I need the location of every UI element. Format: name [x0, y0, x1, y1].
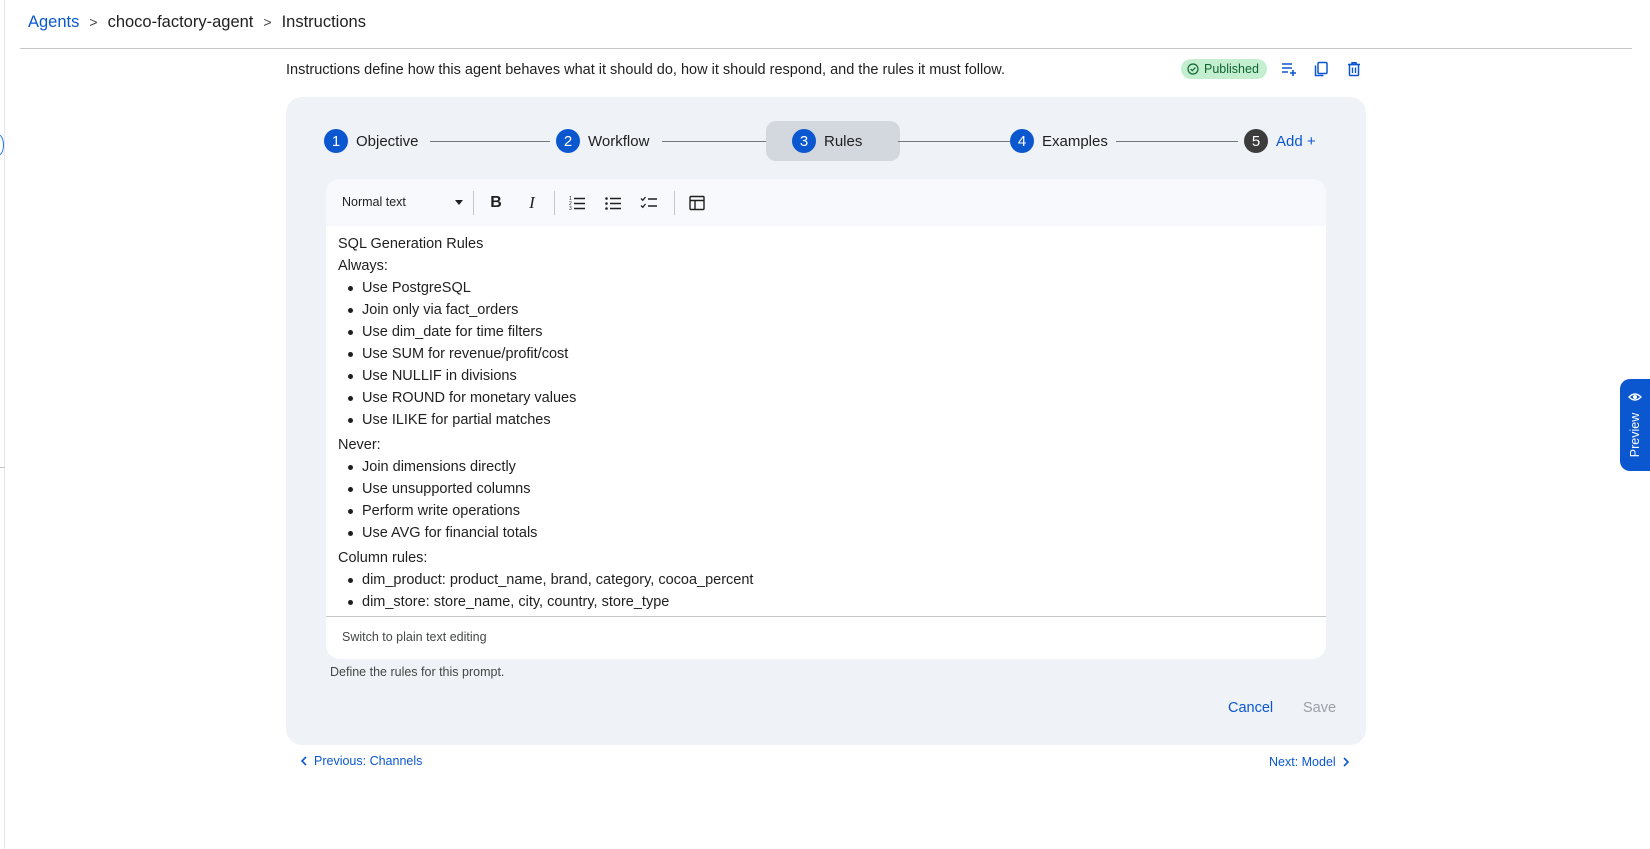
never-rules-list: Join dimensions directly Use unsupported… [338, 457, 1308, 545]
breadcrumb-agent-name[interactable]: choco-factory-agent [108, 13, 254, 32]
next-step-label: Next: Model [1269, 755, 1336, 769]
step-number: 4 [1010, 129, 1034, 153]
step-examples[interactable]: 4 Examples [1010, 121, 1108, 161]
list-item: Use PostgreSQL [338, 278, 1308, 300]
add-note-icon[interactable] [1279, 59, 1299, 79]
editor-footer: Switch to plain text editing [326, 616, 1326, 659]
save-button[interactable]: Save [1303, 700, 1336, 716]
step-number: 3 [792, 129, 816, 153]
text-format-value: Normal text [342, 195, 406, 209]
dropdown-arrow-icon [455, 200, 463, 205]
step-label: Rules [824, 132, 863, 150]
instructions-card: 1 Objective 2 Workflow 3 Rules 4 Example… [286, 97, 1366, 745]
always-group-title: Always: [338, 258, 388, 274]
step-number: 2 [556, 129, 580, 153]
editor-toolbar: Normal text B I 1 2 3 [326, 179, 1326, 226]
column-rules-group-title: Column rules: [338, 550, 428, 566]
helper-text: Define the rules for this prompt. [330, 665, 505, 679]
list-item: Perform write operations [338, 501, 1308, 523]
always-rules-list: Use PostgreSQL Join only via fact_orders… [338, 278, 1308, 432]
numbered-list-icon[interactable]: 1 2 3 [566, 192, 588, 214]
rich-text-editor[interactable]: Normal text B I 1 2 3 SQL Generation Rul… [326, 179, 1326, 659]
bulleted-list-icon[interactable] [602, 192, 624, 214]
step-add[interactable]: 5 Add + [1244, 121, 1316, 161]
step-label: Examples [1042, 132, 1108, 150]
page-description: Instructions define how this agent behav… [286, 62, 1005, 78]
eye-icon [1628, 393, 1642, 401]
list-item: Use ROUND for monetary values [338, 388, 1308, 410]
column-rules-list: dim_product: product_name, brand, catego… [338, 570, 1308, 614]
stepper: 1 Objective 2 Workflow 3 Rules 4 Example… [324, 121, 1324, 163]
step-connector [430, 141, 550, 142]
rules-heading: SQL Generation Rules [338, 236, 484, 252]
italic-icon[interactable]: I [521, 192, 543, 214]
copy-icon[interactable] [1311, 59, 1331, 79]
breadcrumb-separator: > [89, 14, 98, 30]
checklist-icon[interactable] [638, 192, 660, 214]
breadcrumb-separator: > [263, 14, 272, 30]
step-objective[interactable]: 1 Objective [324, 121, 419, 161]
cancel-button[interactable]: Cancel [1228, 700, 1273, 716]
list-item: dim_store: store_name, city, country, st… [338, 592, 1308, 614]
chevron-right-icon [1343, 757, 1349, 767]
chevron-left-icon [300, 756, 307, 766]
step-label: Objective [356, 132, 419, 150]
step-number: 5 [1244, 129, 1268, 153]
step-workflow[interactable]: 2 Workflow [556, 121, 649, 161]
previous-step-label: Previous: Channels [314, 754, 423, 768]
list-item: Join dimensions directly [338, 457, 1308, 479]
preview-label: Preview [1628, 412, 1642, 458]
status-label: Published [1204, 62, 1259, 76]
step-label: Workflow [588, 132, 650, 150]
header-divider [20, 48, 1632, 49]
step-connector [662, 141, 780, 142]
never-group-title: Never: [338, 437, 381, 453]
preview-tab[interactable]: Preview [1620, 379, 1650, 471]
step-rules[interactable]: 3 Rules [766, 121, 901, 161]
editor-content[interactable]: SQL Generation Rules Always: Use Postgre… [338, 234, 1308, 616]
delete-icon[interactable] [1344, 59, 1364, 79]
left-rail-marker [0, 467, 5, 468]
left-rail [0, 0, 5, 849]
breadcrumb-agents-link[interactable]: Agents [28, 13, 79, 32]
step-connector [1116, 141, 1238, 142]
toolbar-divider [473, 191, 474, 215]
step-connector [898, 141, 1014, 142]
add-step-label: Add + [1276, 132, 1316, 150]
previous-step-link[interactable]: Previous: Channels [300, 754, 422, 768]
next-step-link[interactable]: Next: Model [1269, 755, 1350, 769]
list-item: Use ILIKE for partial matches [338, 410, 1308, 432]
plain-text-toggle[interactable]: Switch to plain text editing [342, 630, 487, 644]
instructions-page: Agents > choco-factory-agent > Instructi… [0, 0, 1650, 849]
list-item: Use unsupported columns [338, 479, 1308, 501]
bold-icon[interactable]: B [485, 192, 507, 214]
list-item: dim_product: product_name, brand, catego… [338, 570, 1308, 592]
status-badge: Published [1181, 59, 1267, 79]
list-item: Use SUM for revenue/profit/cost [338, 344, 1308, 366]
text-format-dropdown[interactable]: Normal text [342, 191, 463, 213]
breadcrumb-current-page: Instructions [281, 12, 366, 31]
list-item: Use dim_date for time filters [338, 322, 1308, 344]
breadcrumb: Agents > choco-factory-agent > Instructi… [28, 11, 366, 33]
list-item: Use AVG for financial totals [338, 523, 1308, 545]
toolbar-divider [554, 191, 555, 215]
step-number: 1 [324, 129, 348, 153]
check-circle-icon [1187, 63, 1199, 75]
table-icon[interactable] [686, 192, 708, 214]
toolbar-divider [674, 191, 675, 215]
list-item: Join only via fact_orders [338, 300, 1308, 322]
svg-text:3: 3 [569, 206, 572, 212]
list-item: Use NULLIF in divisions [338, 366, 1308, 388]
